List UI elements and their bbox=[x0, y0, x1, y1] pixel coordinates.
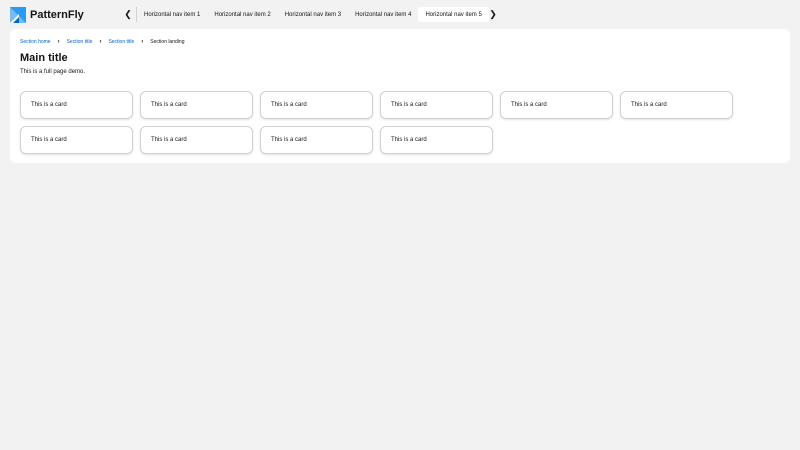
card[interactable]: This is a card bbox=[20, 91, 133, 119]
card[interactable]: This is a card bbox=[260, 91, 373, 119]
nav-scroll-right-button[interactable]: ❯ bbox=[485, 7, 501, 22]
card[interactable]: This is a card bbox=[260, 126, 373, 154]
breadcrumb-item-section-home[interactable]: Section home bbox=[20, 39, 51, 45]
card-gallery: This is a card This is a card This is a … bbox=[20, 91, 733, 154]
nav-item-1[interactable]: Horizontal nav item 1 bbox=[137, 7, 207, 22]
breadcrumb: Section home › Section title › Section t… bbox=[20, 38, 185, 46]
card[interactable]: This is a card bbox=[20, 126, 133, 154]
chevron-right-icon: › bbox=[141, 39, 144, 45]
main-content-panel: Section home › Section title › Section t… bbox=[10, 29, 790, 163]
chevron-right-icon: › bbox=[57, 39, 60, 45]
card[interactable]: This is a card bbox=[140, 91, 253, 119]
breadcrumb-item-section-title-2[interactable]: Section title bbox=[108, 39, 134, 45]
nav-item-3[interactable]: Horizontal nav item 3 bbox=[278, 7, 348, 22]
nav-item-5[interactable]: Horizontal nav item 5 bbox=[418, 7, 489, 22]
chevron-right-icon: ❯ bbox=[489, 9, 497, 19]
chevron-right-icon: › bbox=[99, 39, 102, 45]
card[interactable]: This is a card bbox=[620, 91, 733, 119]
breadcrumb-item-current: Section landing bbox=[150, 39, 185, 45]
brand-logo[interactable]: PatternFly bbox=[10, 6, 84, 23]
horizontal-nav: Horizontal nav item 1 Horizontal nav ite… bbox=[137, 7, 489, 22]
card[interactable]: This is a card bbox=[140, 126, 253, 154]
card[interactable]: This is a card bbox=[380, 91, 493, 119]
brand-name: PatternFly bbox=[30, 8, 84, 21]
card[interactable]: This is a card bbox=[500, 91, 613, 119]
page-description: This is a full page demo. bbox=[20, 69, 86, 75]
breadcrumb-item-section-title-1[interactable]: Section title bbox=[67, 39, 93, 45]
chevron-left-icon: ❮ bbox=[124, 9, 132, 19]
patternfly-logo-icon bbox=[10, 6, 26, 23]
card[interactable]: This is a card bbox=[380, 126, 493, 154]
nav-item-4[interactable]: Horizontal nav item 4 bbox=[348, 7, 418, 22]
nav-item-2[interactable]: Horizontal nav item 2 bbox=[207, 7, 277, 22]
masthead: PatternFly ❮ Horizontal nav item 1 Horiz… bbox=[0, 0, 800, 29]
page-title: Main title bbox=[20, 52, 68, 64]
nav-scroll-left-button[interactable]: ❮ bbox=[120, 7, 136, 22]
